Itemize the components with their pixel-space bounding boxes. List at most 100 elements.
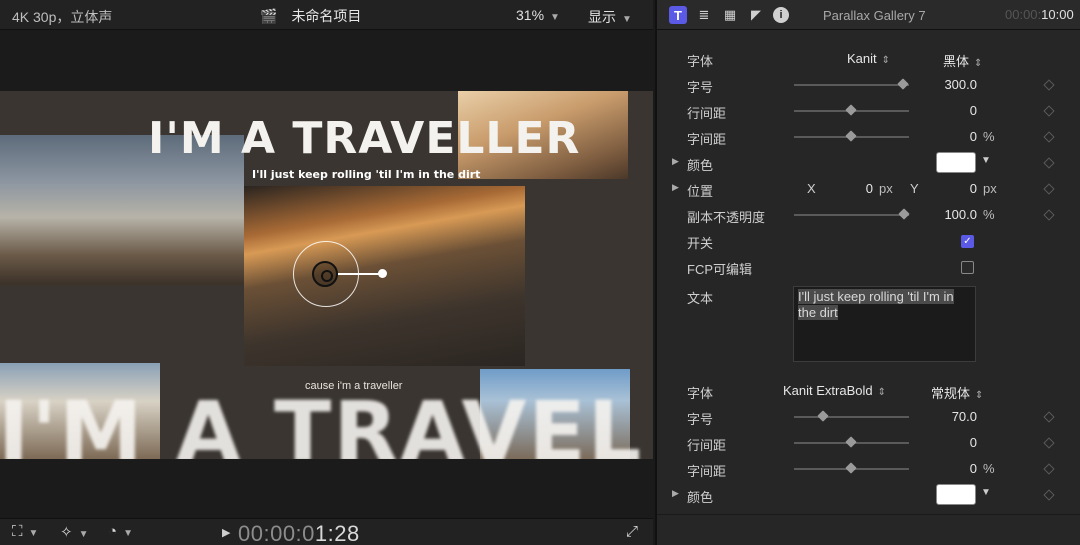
keyframe-icon[interactable] xyxy=(1043,411,1055,423)
play-icon[interactable]: ▶ xyxy=(222,526,230,539)
video-inspector-icon[interactable]: ▦ xyxy=(721,6,739,24)
switch-row: 开关 ✓ xyxy=(657,228,1080,254)
subtitle-text-bottom: cause i'm a traveller xyxy=(305,380,403,392)
size-slider[interactable] xyxy=(794,410,909,422)
magic-wand-icon[interactable]: ✧ ▼ xyxy=(60,523,88,541)
copy-opacity-label: 副本不透明度 xyxy=(687,210,766,225)
title-inspector-icon[interactable]: ≣ xyxy=(695,6,713,24)
line-spacing-value[interactable]: 0 xyxy=(921,103,977,118)
project-name: 未命名项目 xyxy=(291,8,362,24)
inspector-footer xyxy=(657,514,1080,545)
rotation-handle[interactable] xyxy=(378,269,387,278)
slider-knob[interactable] xyxy=(845,130,857,142)
x-value[interactable]: 0 xyxy=(847,181,873,196)
size-value[interactable]: 300.0 xyxy=(921,77,977,92)
x-label: X xyxy=(807,181,816,196)
font-popup[interactable]: Kanit ExtraBold ⇕ xyxy=(783,383,886,398)
line-spacing-slider[interactable] xyxy=(794,436,909,448)
weight-popup[interactable]: 常规体 ⇕ xyxy=(931,383,983,402)
size-row-2: 字号 70.0 xyxy=(657,404,1080,430)
zoom-value: 31% xyxy=(516,7,545,23)
line-spacing-row: 行间距 0 xyxy=(657,98,1080,124)
y-label: Y xyxy=(910,181,919,196)
slider-knob[interactable] xyxy=(845,436,857,448)
updown-chevron-icon: ⇕ xyxy=(975,390,984,401)
slider-knob[interactable] xyxy=(817,410,829,422)
size-label: 字号 xyxy=(687,80,714,95)
slider-knob[interactable] xyxy=(845,104,857,116)
subtitle-text-top: I'll just keep rolling 'til I'm in the d… xyxy=(252,168,481,181)
tracking-label: 字间距 xyxy=(687,132,727,147)
tracking-value[interactable]: 0 xyxy=(921,129,977,144)
timecode-dim: 00:00:0 xyxy=(238,521,315,545)
slider-knob[interactable] xyxy=(898,208,910,220)
weight-value: 黑体 xyxy=(943,54,970,69)
rotation-handle-line xyxy=(338,273,383,275)
line-spacing-label: 行间距 xyxy=(687,438,727,453)
text-field[interactable]: I'll just keep rolling 'til I'm in the d… xyxy=(793,286,976,362)
chevron-down-icon: ▼ xyxy=(550,12,560,23)
inspector-duration: 00:00:10:00 xyxy=(1005,7,1074,22)
disclosure-triangle-icon[interactable]: ▶ xyxy=(672,182,679,193)
keyframe-icon[interactable] xyxy=(1043,489,1055,501)
keyframe-icon[interactable] xyxy=(1043,209,1055,221)
fcp-editable-checkbox[interactable] xyxy=(961,261,974,274)
keyframe-icon[interactable] xyxy=(1043,131,1055,143)
line-spacing-value[interactable]: 0 xyxy=(921,435,977,450)
keyframe-icon[interactable] xyxy=(1043,463,1055,475)
tracking-label: 字间距 xyxy=(687,464,727,479)
font-value: Kanit ExtraBold xyxy=(783,383,873,398)
chevron-down-icon[interactable]: ▼ xyxy=(981,155,991,166)
copy-opacity-row: 副本不透明度 100.0 % xyxy=(657,202,1080,228)
switch-checkbox[interactable]: ✓ xyxy=(961,235,974,248)
y-value[interactable]: 0 xyxy=(947,181,977,196)
disclosure-triangle-icon[interactable]: ▶ xyxy=(672,488,679,499)
chevron-down-icon: ▼ xyxy=(622,14,632,25)
viewer-bottom-bar: ⛶ ▼ ✧ ▼ ◔ ▼ ▶ 00:00:01:28 ⤢ xyxy=(0,518,653,545)
weight-popup[interactable]: 黑体 ⇕ xyxy=(943,51,982,70)
video-canvas[interactable]: I'M A TRAVELLER I'll just keep rolling '… xyxy=(0,91,653,459)
line-spacing-slider[interactable] xyxy=(794,104,909,116)
duration-bright: 10:00 xyxy=(1041,7,1074,22)
color-row: ▶ 颜色 ▼ xyxy=(657,150,1080,176)
zoom-menu[interactable]: 31% ▼ xyxy=(516,7,560,23)
tracking-value[interactable]: 0 xyxy=(921,461,977,476)
copy-opacity-value[interactable]: 100.0 xyxy=(921,207,977,222)
slider-knob[interactable] xyxy=(845,462,857,474)
keyframe-icon[interactable] xyxy=(1043,437,1055,449)
text-inspector-icon[interactable]: T xyxy=(669,6,687,24)
size-value[interactable]: 70.0 xyxy=(921,409,977,424)
font-row: 字体 Kanit ⇕ 黑体 ⇕ xyxy=(657,46,1080,72)
info-icon[interactable]: i xyxy=(773,7,789,23)
disclosure-triangle-icon[interactable]: ▶ xyxy=(672,156,679,167)
color-row-2: ▶ 颜色 ▼ xyxy=(657,482,1080,508)
color-swatch[interactable] xyxy=(936,152,976,173)
switch-label: 开关 xyxy=(687,236,714,251)
onscreen-control-center[interactable] xyxy=(312,261,338,287)
clapper-icon: 🎬 xyxy=(260,7,278,24)
fullscreen-icon[interactable]: ⤢ xyxy=(626,523,638,540)
tracking-unit: % xyxy=(983,461,995,476)
x-unit: px xyxy=(879,181,893,196)
copy-opacity-slider[interactable] xyxy=(794,208,910,220)
fcp-editable-label: FCP可编辑 xyxy=(687,262,753,277)
chevron-down-icon[interactable]: ▼ xyxy=(981,487,991,498)
color-swatch[interactable] xyxy=(936,484,976,505)
tracking-slider[interactable] xyxy=(794,462,909,474)
fcp-window: 4K 30p，立体声 🎬 未命名项目 31% ▼ 显示 ▼ I'M A TRAVEL… xyxy=(0,0,1080,545)
keyframe-icon[interactable] xyxy=(1043,157,1055,169)
slider-knob[interactable] xyxy=(897,78,909,90)
size-label: 字号 xyxy=(687,412,714,427)
size-slider[interactable] xyxy=(794,78,909,90)
color-label: 颜色 xyxy=(687,158,714,173)
keyframe-icon[interactable] xyxy=(1043,183,1055,195)
color-inspector-icon[interactable]: ◤ xyxy=(747,6,765,24)
speed-gauge-icon[interactable]: ◔ ▼ xyxy=(108,523,133,540)
display-menu[interactable]: 显示 ▼ xyxy=(588,7,632,27)
font-popup[interactable]: Kanit ⇕ xyxy=(847,51,890,66)
tracking-slider[interactable] xyxy=(794,130,909,142)
keyframe-icon[interactable] xyxy=(1043,79,1055,91)
keyframe-icon[interactable] xyxy=(1043,105,1055,117)
updown-chevron-icon: ⇕ xyxy=(974,58,983,69)
transform-tool-button[interactable]: ⛶ ▼ xyxy=(12,523,38,540)
